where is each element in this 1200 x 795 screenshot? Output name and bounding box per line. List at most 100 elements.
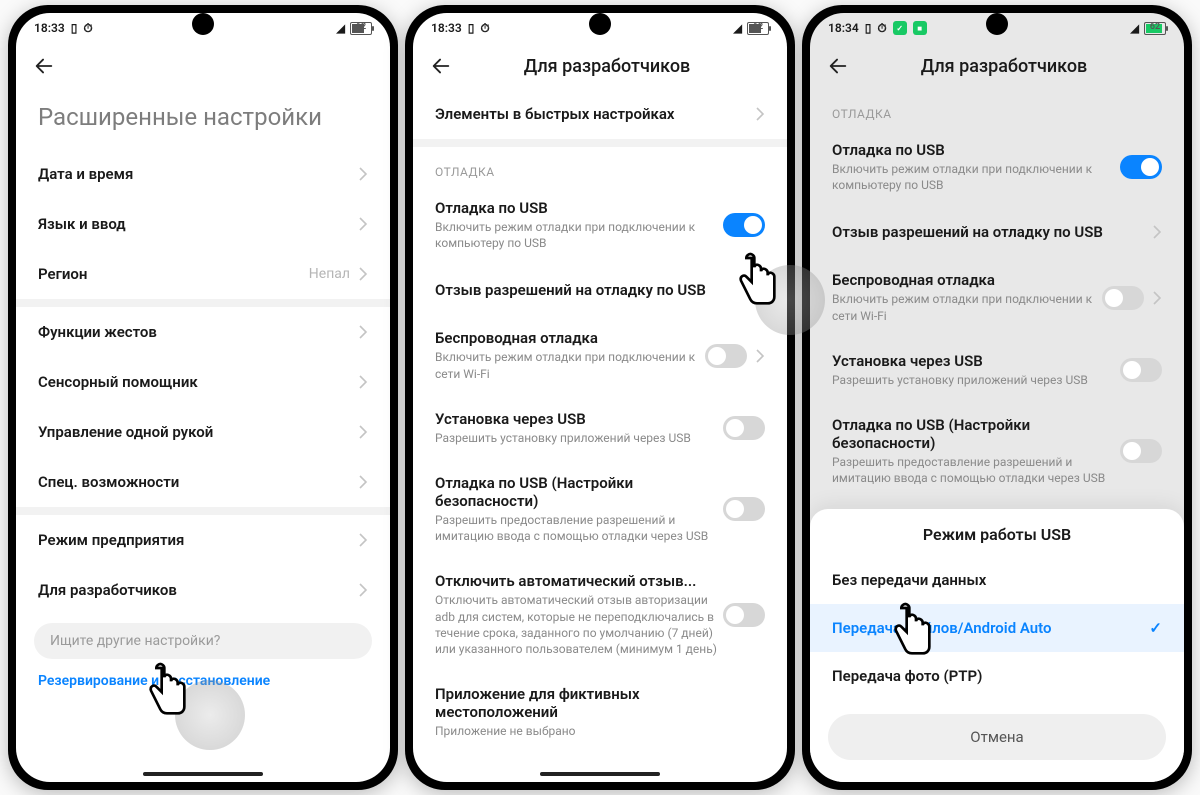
sheet-cancel-button[interactable]: Отмена (828, 714, 1166, 760)
sheet-title: Режим работы USB (810, 509, 1184, 556)
usb-security-toggle[interactable] (723, 497, 765, 521)
item-wireless-debug[interactable]: Беспроводная отладкаВключить режим отлад… (413, 315, 787, 395)
alarm-icon: ⏱ (83, 21, 92, 36)
item-enterprise[interactable]: Режим предприятия (16, 515, 390, 565)
item-one-hand[interactable]: Управление одной рукой (16, 407, 390, 457)
header (16, 43, 390, 89)
item-disable-auto-revoke[interactable]: Отключить автоматический отзыв...Отключи… (413, 558, 787, 671)
chevron-right-icon (755, 107, 765, 121)
item-usb-debug[interactable]: Отладка по USBВключить режим отладки при… (810, 127, 1184, 207)
wireless-debug-toggle[interactable] (1102, 286, 1144, 310)
camera-notch (192, 13, 214, 35)
usb-mode-option-no-data[interactable]: Без передачи данных (810, 556, 1184, 604)
chevron-right-icon (358, 475, 368, 489)
item-sensory-assistant[interactable]: Сенсорный помощник (16, 357, 390, 407)
battery-icon: 62 (747, 22, 769, 35)
chevron-right-icon (1152, 225, 1162, 239)
chevron-right-icon (358, 583, 368, 597)
item-wireless-debug[interactable]: Беспроводная отладкаВключить режим отлад… (810, 257, 1184, 337)
usb-debug-toggle[interactable] (723, 213, 765, 237)
chevron-right-icon (358, 375, 368, 389)
alarm-icon: ⏱ (877, 21, 886, 36)
alarm-icon: ⏱ (480, 21, 489, 36)
phone-usb-mode-sheet: 18:34 ▯ ⏱ ✓ ■ ◢ 62 Для разработчиков ОТЛ… (802, 5, 1192, 790)
arrow-left-icon (430, 55, 452, 77)
check-icon: ✓ (1149, 619, 1162, 637)
region-value: Непал (309, 266, 350, 282)
vibrate-icon: ▯ (865, 21, 872, 35)
item-language-input[interactable]: Язык и ввод (16, 199, 390, 249)
chevron-right-icon (755, 349, 765, 363)
item-revoke-usb-auth[interactable]: Отзыв разрешений на отладку по USB (413, 265, 787, 315)
phone-advanced-settings: 18:33 ▯ ⏱ ◢ 62 Расширенные настройки Дат… (8, 5, 398, 790)
battery-icon: 62 (1144, 22, 1166, 35)
signal-icon: ◢ (337, 22, 345, 35)
page-title: Для разработчиков (469, 56, 745, 77)
home-indicator[interactable] (143, 772, 263, 776)
status-time: 18:33 (34, 21, 65, 35)
notification-badge-icon: ■ (913, 21, 927, 35)
home-indicator[interactable] (540, 772, 660, 776)
header: Для разработчиков (413, 43, 787, 89)
back-button[interactable] (30, 52, 58, 80)
back-button[interactable] (427, 52, 455, 80)
usb-mode-option-file-transfer[interactable]: Передача файлов/Android Auto ✓ (810, 604, 1184, 652)
chevron-right-icon (358, 267, 368, 281)
vibrate-icon: ▯ (71, 21, 78, 35)
notification-badge-icon: ✓ (893, 21, 907, 35)
chevron-right-icon (358, 425, 368, 439)
battery-icon: 62 (350, 22, 372, 35)
status-time: 18:34 (828, 21, 859, 35)
status-time: 18:33 (431, 21, 462, 35)
vibrate-icon: ▯ (468, 21, 475, 35)
watermark-icon (175, 680, 245, 750)
watermark-icon (755, 265, 825, 335)
camera-notch (589, 13, 611, 35)
chevron-right-icon (1152, 291, 1162, 305)
item-install-via-usb[interactable]: Установка через USBРазрешить установку п… (413, 396, 787, 460)
usb-debug-toggle[interactable] (1120, 155, 1162, 179)
chevron-right-icon (358, 167, 368, 181)
item-date-time[interactable]: Дата и время (16, 149, 390, 199)
item-developer-options[interactable]: Для разработчиков (16, 565, 390, 615)
page-title: Расширенные настройки (16, 89, 390, 149)
section-divider (16, 299, 390, 307)
signal-icon: ◢ (1131, 22, 1139, 35)
install-usb-toggle[interactable] (1120, 358, 1162, 382)
camera-notch (986, 13, 1008, 35)
search-other-settings[interactable]: Ищите другие настройки? (34, 623, 372, 659)
auto-revoke-toggle[interactable] (723, 603, 765, 627)
item-usb-debug[interactable]: Отладка по USBВключить режим отладки при… (413, 185, 787, 265)
item-usb-debug-security[interactable]: Отладка по USB (Настройки безопасности)Р… (810, 402, 1184, 500)
section-header-debug: ОТЛАДКА (413, 147, 787, 185)
usb-mode-option-ptp[interactable]: Передача фото (PTP) (810, 652, 1184, 700)
item-usb-debug-security[interactable]: Отладка по USB (Настройки безопасности)Р… (413, 460, 787, 558)
chevron-right-icon (358, 533, 368, 547)
phone-developer-options: 18:33 ▯ ⏱ ◢ 62 Для разработчиков Элемент… (405, 5, 795, 790)
item-install-via-usb[interactable]: Установка через USBРазрешить установку п… (810, 338, 1184, 402)
item-quick-settings-elements[interactable]: Элементы в быстрых настройках (413, 89, 787, 139)
wireless-debug-toggle[interactable] (705, 344, 747, 368)
item-revoke-usb-auth[interactable]: Отзыв разрешений на отладку по USB (810, 207, 1184, 257)
chevron-right-icon (358, 325, 368, 339)
signal-icon: ◢ (734, 22, 742, 35)
settings-list-3: Режим предприятия Для разработчиков (16, 515, 390, 615)
chevron-right-icon (358, 217, 368, 231)
back-button[interactable] (824, 52, 852, 80)
section-divider (16, 507, 390, 515)
install-usb-toggle[interactable] (723, 416, 765, 440)
arrow-left-icon (827, 55, 849, 77)
item-mock-location-app[interactable]: Приложение для фиктивных местоположенийП… (413, 671, 787, 753)
settings-list-2: Функции жестов Сенсорный помощник Управл… (16, 307, 390, 507)
item-gestures[interactable]: Функции жестов (16, 307, 390, 357)
section-header-debug: ОТЛАДКА (810, 89, 1184, 127)
item-accessibility[interactable]: Спец. возможности (16, 457, 390, 507)
settings-list-1: Дата и время Язык и ввод Регион Непал (16, 149, 390, 299)
item-region[interactable]: Регион Непал (16, 249, 390, 299)
usb-mode-bottom-sheet: Режим работы USB Без передачи данных Пер… (810, 509, 1184, 782)
header: Для разработчиков (810, 43, 1184, 89)
page-title: Для разработчиков (866, 56, 1142, 77)
usb-security-toggle[interactable] (1120, 439, 1162, 463)
section-divider (413, 139, 787, 147)
arrow-left-icon (33, 55, 55, 77)
